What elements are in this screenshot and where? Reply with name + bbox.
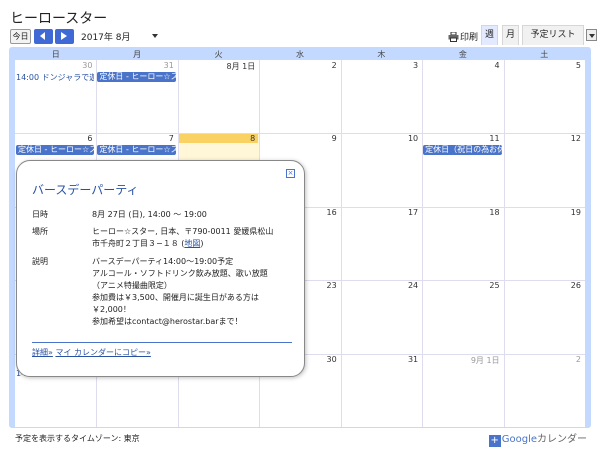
day-number[interactable]: 12 [505, 134, 584, 143]
google-calendar-button[interactable]: + Googleカレンダー [488, 430, 587, 447]
weekday-label: 木 [377, 50, 386, 59]
where-line1: ヒーロー☆スター, 日本、〒790-0011 愛媛県松山 [92, 227, 274, 236]
where-label: 場所 [32, 227, 48, 236]
weekday-label: 土 [540, 50, 549, 59]
description-label: 説明 [32, 257, 48, 266]
tab-week[interactable]: 週 [481, 25, 498, 45]
day-number[interactable]: 5 [505, 61, 584, 70]
day-number[interactable]: 26 [505, 281, 584, 290]
day-number[interactable]: 24 [342, 281, 421, 290]
grid-column-line [340, 60, 342, 427]
weekday-label: 水 [295, 50, 304, 59]
prev-button[interactable] [34, 29, 53, 44]
day-number[interactable]: 10 [342, 134, 421, 143]
tab-agenda[interactable]: 予定リスト [522, 25, 584, 45]
day-number[interactable]: 9 [260, 134, 339, 143]
event-chip[interactable]: 定休日 - ヒーロー☆ス [97, 72, 176, 82]
event-chip[interactable]: 14:00 ドンジャラで遊ぶ [16, 72, 94, 83]
description-line: 参加希望はcontact@herostar.barまで！ [92, 317, 243, 326]
copy-to-my-calendar-link[interactable]: マイ カレンダーにコピー» [55, 348, 150, 357]
day-number[interactable]: 8月 1日 [179, 61, 258, 72]
brand-google: Google [501, 434, 537, 445]
printer-icon [448, 32, 459, 42]
month-picker-caret-icon[interactable] [152, 34, 158, 38]
day-number[interactable]: 19 [505, 208, 584, 217]
day-number[interactable]: 17 [342, 208, 421, 217]
close-icon[interactable]: × [286, 169, 295, 178]
weekday-label: 金 [458, 50, 467, 59]
weekday-label: 火 [214, 50, 223, 59]
print-link[interactable]: 印刷 [448, 30, 478, 43]
day-number[interactable]: 11 [423, 134, 502, 143]
month-label: 2017年 8月 [81, 33, 131, 43]
today-button[interactable]: 今日 [10, 29, 31, 44]
day-number[interactable]: 9月 1日 [423, 355, 502, 366]
description-line: （アニメ特撮曲限定） [92, 281, 172, 290]
day-number[interactable]: 18 [423, 208, 502, 217]
description-value: バースデーパーティ14:00～19:00予定 アルコール・ソフトドリンク飲み放題… [92, 256, 297, 328]
day-number[interactable]: 3 [342, 61, 421, 70]
day-number[interactable]: 7 [97, 134, 176, 143]
event-popup: × バースデーパーティ 日時 8月 27日 (日), 14:00 ～ 19:00… [16, 160, 305, 377]
day-number[interactable]: 6 [16, 134, 95, 143]
plus-icon: + [488, 435, 501, 447]
where-close: ) [200, 239, 204, 248]
google-logo: Google [502, 434, 537, 445]
brand-calendar: カレンダー [537, 434, 587, 445]
event-chip[interactable]: 定休日（祝日の為お休 [423, 145, 502, 156]
toolbar: 今日 2017年 8月 印刷 週 月 予定リスト [10, 25, 597, 45]
popup-divider [32, 342, 292, 343]
popup-links: 詳細» マイ カレンダーにコピー» [32, 347, 151, 358]
chevron-left-icon [40, 32, 45, 40]
chevron-right-icon [61, 32, 67, 40]
description-line: バースデーパーティ14:00～19:00予定 [92, 257, 234, 266]
day-number[interactable]: 2 [505, 355, 584, 364]
description-line: 参加費は￥3,500、開催月に誕生日がある方は [92, 293, 259, 302]
day-number[interactable]: 2 [260, 61, 339, 70]
when-value: 8月 27日 (日), 14:00 ～ 19:00 [92, 210, 207, 219]
event-title: バースデーパーティ [32, 183, 139, 197]
event-chip[interactable]: 定休日 - ヒーロー☆ス [16, 145, 95, 156]
footer-bar: 予定を表示するタイムゾーン: 東京 + Googleカレンダー [9, 430, 591, 447]
weekday-header: 日月火水木金土 [9, 47, 591, 61]
calendar-title: ヒーロースター [10, 11, 108, 27]
where-line2: 市千舟町２丁目３−１８ ( [92, 239, 185, 248]
details-link[interactable]: 詳細» [32, 348, 53, 357]
tab-month[interactable]: 月 [502, 25, 519, 45]
description-line: アルコール・ソフトドリンク飲み放題、歌い放題 [92, 269, 268, 278]
grid-column-line [503, 60, 505, 427]
next-button[interactable] [55, 29, 74, 44]
weekday-label: 日 [51, 50, 60, 59]
day-number[interactable]: 30 [16, 61, 95, 70]
timezone-label: 予定を表示するタイムゾーン: 東京 [15, 434, 140, 443]
description-line: ￥2,000！ [92, 305, 131, 314]
print-label: 印刷 [460, 33, 479, 43]
event-chip[interactable]: 定休日 - ヒーロー☆ス [97, 145, 176, 156]
day-number[interactable]: 4 [423, 61, 502, 70]
weekday-label: 月 [133, 50, 142, 59]
day-number[interactable]: 31 [342, 355, 421, 364]
day-number[interactable]: 31 [97, 61, 176, 70]
grid-column-line [422, 60, 424, 427]
day-number[interactable]: 25 [423, 281, 502, 290]
map-link[interactable]: 地図 [184, 239, 200, 248]
when-label: 日時 [32, 210, 48, 219]
calendar-dropdown-button[interactable] [586, 29, 597, 41]
where-value: ヒーロー☆スター, 日本、〒790-0011 愛媛県松山 市千舟町２丁目３−１８ … [92, 226, 297, 250]
day-number[interactable]: 8 [178, 134, 259, 144]
